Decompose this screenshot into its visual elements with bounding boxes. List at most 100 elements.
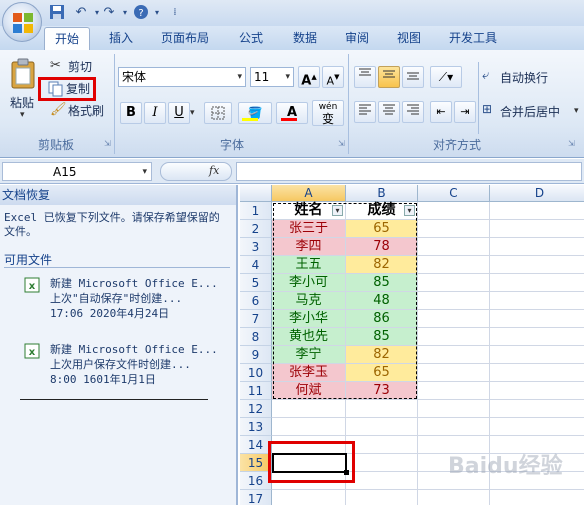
fill-color-button[interactable]: 🪣 [238,102,272,124]
row-header[interactable]: 9 [240,346,272,364]
row-header[interactable]: 3 [240,238,272,256]
insert-function-button[interactable]: fx [209,164,219,177]
font-size-box[interactable]: 11 ▾ [250,67,294,87]
column-header[interactable]: D [490,185,584,202]
row-header[interactable]: 1 [240,202,272,220]
cell[interactable] [272,490,346,505]
font-launcher-icon[interactable]: ⇲ [338,139,345,148]
column-header[interactable]: C [418,185,490,202]
align-left-button[interactable] [354,101,376,123]
font-color-button[interactable]: A [276,102,308,124]
cell[interactable] [490,400,584,418]
cell[interactable] [418,238,490,256]
tab-review[interactable]: 审阅 [334,27,380,51]
row-header[interactable]: 8 [240,328,272,346]
bold-button[interactable]: B [120,102,142,124]
cell[interactable] [490,220,584,238]
cell[interactable] [490,310,584,328]
underline-dropdown-icon[interactable]: ▾ [190,108,195,118]
cell[interactable] [346,400,418,418]
merge-dropdown-icon[interactable]: ▾ [574,106,579,116]
cell[interactable] [272,400,346,418]
cell[interactable] [490,274,584,292]
row-header[interactable]: 4 [240,256,272,274]
cell[interactable] [346,436,418,454]
cell[interactable] [490,238,584,256]
italic-button[interactable]: I [144,102,166,124]
cell[interactable] [418,220,490,238]
cell[interactable] [272,418,346,436]
cell[interactable] [490,418,584,436]
align-right-button[interactable] [402,101,424,123]
cell[interactable] [418,418,490,436]
border-button[interactable] [204,102,232,124]
cell[interactable] [418,364,490,382]
recovered-file-item[interactable]: x 新建 Microsoft Office E... 上次"自动保存"时创建..… [20,273,230,325]
row-header[interactable]: 2 [240,220,272,238]
tab-data[interactable]: 数据 [282,27,328,51]
cell[interactable] [418,292,490,310]
recovered-file-item[interactable]: x 新建 Microsoft Office E... 上次用户保存文件时创建..… [20,339,230,391]
wrap-text-button[interactable]: ⤶ 自动换行 [482,68,582,88]
clipboard-launcher-icon[interactable]: ⇲ [104,139,111,148]
tab-home[interactable]: 开始 [44,27,90,51]
cell[interactable] [490,490,584,505]
format-painter-button[interactable]: 🖌 格式刷 [50,102,112,120]
cell[interactable] [490,292,584,310]
row-header[interactable]: 7 [240,310,272,328]
cell[interactable] [418,328,490,346]
column-header[interactable]: B [346,185,418,202]
cell[interactable] [418,382,490,400]
cell[interactable] [490,202,584,220]
tab-developer[interactable]: 开发工具 [440,27,506,51]
cell[interactable] [418,274,490,292]
cell[interactable] [346,418,418,436]
select-all-corner[interactable] [240,185,272,202]
formula-input[interactable] [236,162,582,181]
customize-toolbar-icon[interactable]: ▾ [148,4,166,22]
cell[interactable] [490,256,584,274]
cell[interactable] [346,472,418,490]
font-size-dropdown-icon[interactable]: ▾ [285,68,290,86]
font-name-dropdown-icon[interactable]: ▾ [237,68,242,86]
align-top-button[interactable] [354,66,376,88]
tab-view[interactable]: 视图 [386,27,432,51]
paste-button[interactable]: 粘贴 ▾ [6,56,40,120]
cell[interactable] [418,256,490,274]
row-header[interactable]: 6 [240,292,272,310]
cell[interactable] [418,310,490,328]
cell[interactable] [418,202,490,220]
name-box-dropdown-icon[interactable]: ▾ [142,163,147,181]
cell[interactable] [490,364,584,382]
row-header[interactable]: 13 [240,418,272,436]
paste-dropdown-icon[interactable]: ▾ [20,110,25,120]
more-toolbar-icon[interactable]: ⁞ [166,4,184,22]
column-header[interactable]: A [272,185,346,202]
tab-page-layout[interactable]: 页面布局 [152,27,218,51]
cell[interactable] [346,454,418,472]
row-header[interactable]: 11 [240,382,272,400]
shrink-font-button[interactable]: A▼ [322,66,344,88]
office-button[interactable] [2,2,42,42]
alignment-launcher-icon[interactable]: ⇲ [568,139,575,148]
align-bottom-button[interactable] [402,66,424,88]
cell[interactable] [418,400,490,418]
cell[interactable] [490,346,584,364]
font-name-box[interactable]: 宋体 ▾ [118,67,246,87]
align-middle-button[interactable] [378,66,400,88]
tab-insert[interactable]: 插入 [98,27,144,51]
cell[interactable] [418,346,490,364]
cut-button[interactable]: ✂ 剪切 [50,58,110,76]
cell[interactable] [490,328,584,346]
save-icon[interactable] [48,4,66,22]
cell[interactable] [490,382,584,400]
cell[interactable] [346,490,418,505]
tab-formulas[interactable]: 公式 [228,27,274,51]
increase-indent-button[interactable]: ⇥ [454,101,476,123]
grow-font-button[interactable]: A▲ [298,66,320,88]
cell[interactable] [418,490,490,505]
copy-button[interactable]: 复制 [48,80,98,98]
row-header[interactable]: 5 [240,274,272,292]
name-box[interactable]: A15 ▾ [2,162,152,181]
align-center-button[interactable] [378,101,400,123]
